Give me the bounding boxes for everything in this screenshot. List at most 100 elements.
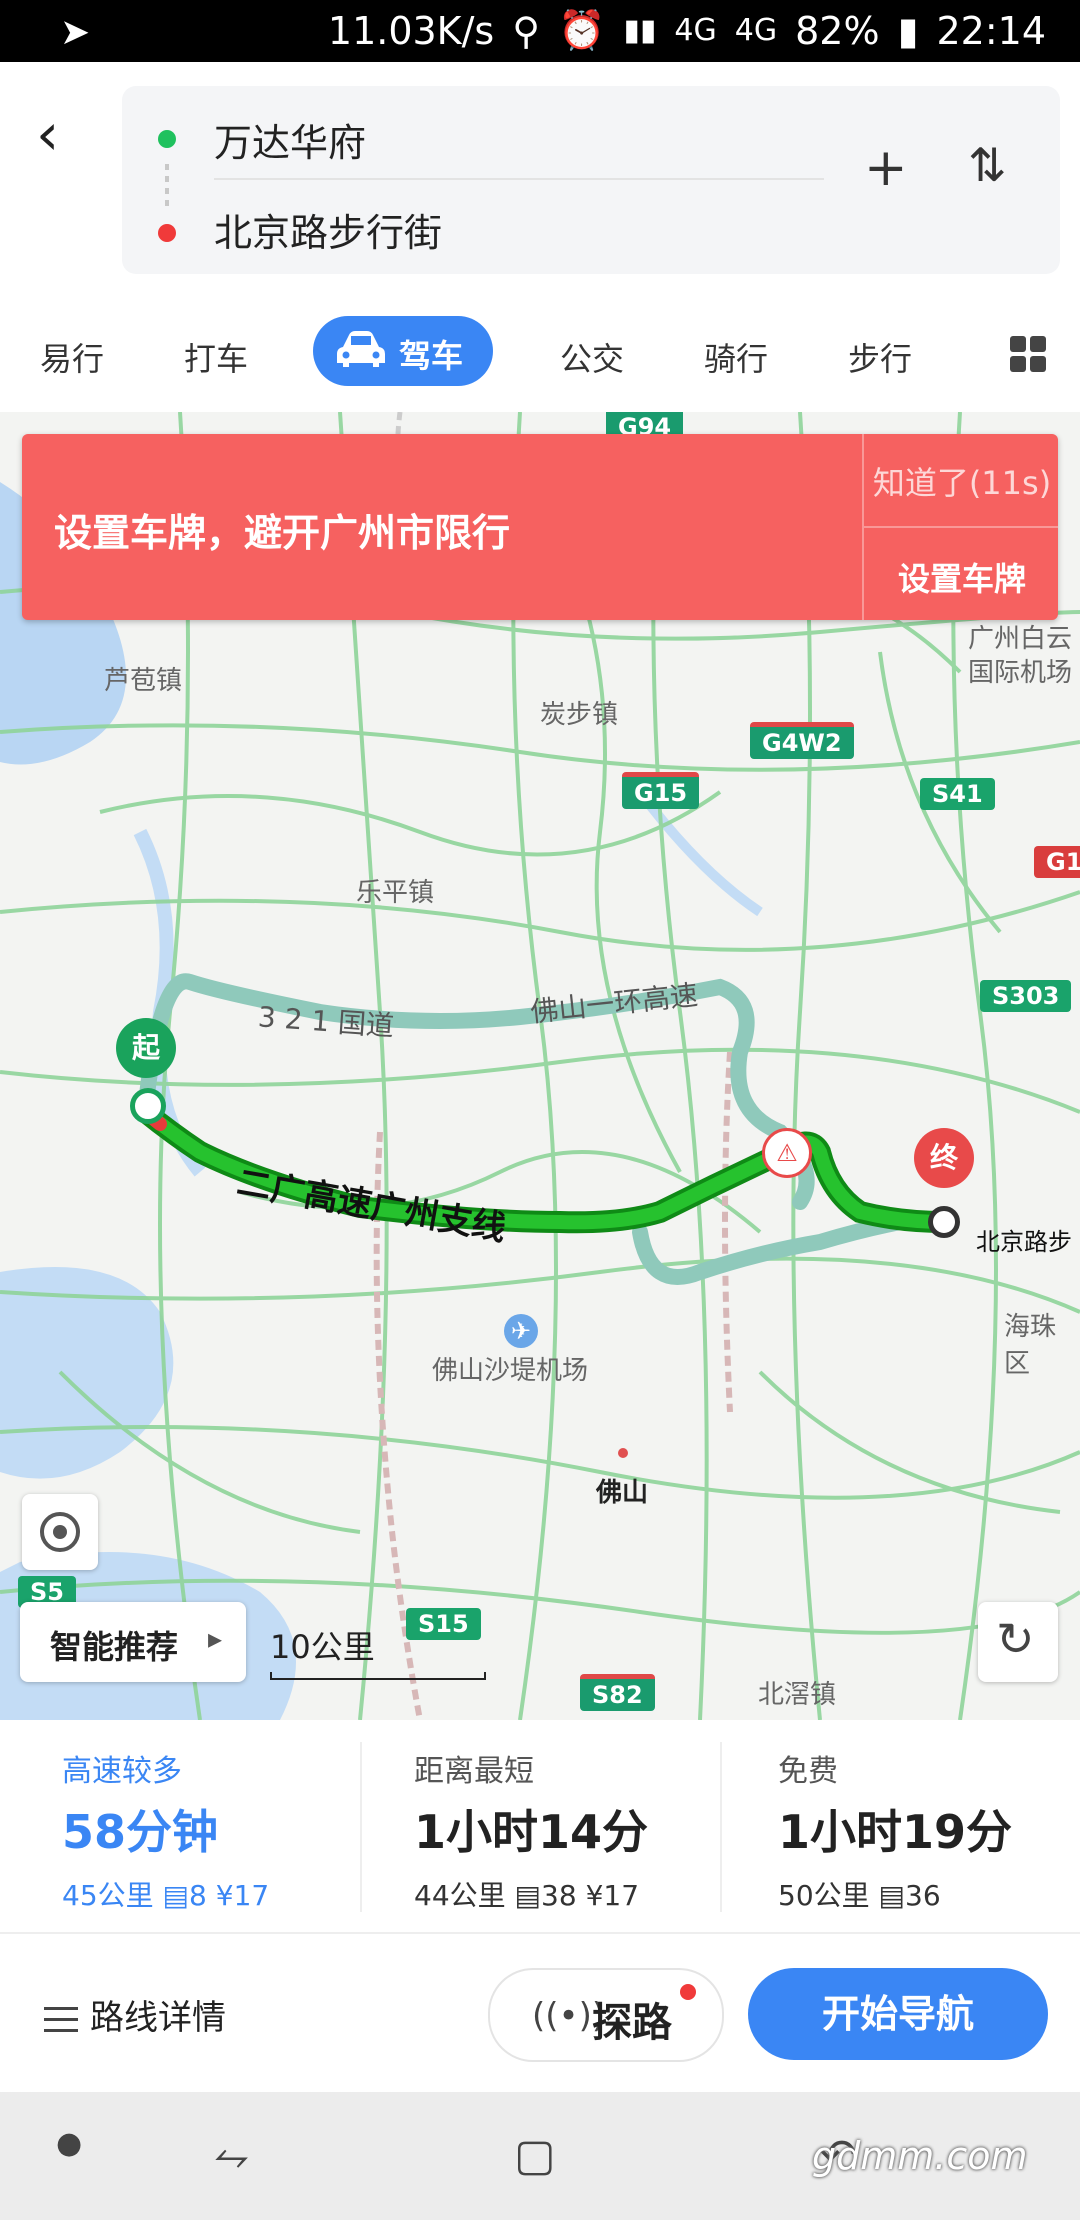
tab-bus[interactable]: 公交 <box>560 334 624 380</box>
place-leping: 乐平镇 <box>356 878 435 908</box>
battery-percent: 82% <box>795 8 880 53</box>
signal-icon: ▮▮ <box>623 13 657 48</box>
smart-recommend-label: 智能推荐 <box>50 1628 179 1666</box>
action-bar: 路线详情 ((•)) 探路 开始导航 <box>0 1932 1080 2094</box>
locate-button[interactable] <box>22 1494 98 1570</box>
alarm-icon: ⏰ <box>558 8 606 52</box>
plate-banner: 设置车牌，避开广州市限行 知道了(11s) 设置车牌 <box>22 434 1058 620</box>
route-connector <box>165 164 169 210</box>
banner-dismiss-button[interactable]: 知道了(11s) <box>866 458 1058 504</box>
refresh-button[interactable]: ↻ <box>978 1602 1058 1682</box>
shield-s41: S41 <box>920 778 995 810</box>
route-distance: 44公里 <box>414 1879 506 1912</box>
traffic-light-icon: ▤ <box>878 1879 906 1912</box>
home-icon[interactable]: ▢ <box>514 2130 556 2181</box>
tab-yixing[interactable]: 易行 <box>40 334 104 380</box>
place-beijiao: 北滘镇 <box>758 1680 837 1710</box>
route-toll: ¥17 <box>585 1879 640 1912</box>
tab-taxi[interactable]: 打车 <box>184 334 248 380</box>
end-point-icon <box>928 1206 960 1238</box>
refresh-icon: ↻ <box>996 1612 1035 1666</box>
clock: 22:14 <box>936 8 1046 53</box>
route-details-button[interactable]: 路线详情 <box>44 1990 226 2039</box>
shield-s15: S15 <box>406 1608 481 1640</box>
start-point-icon <box>130 1088 166 1124</box>
locate-dot <box>53 1525 67 1539</box>
network-type-1: 4G <box>674 13 717 48</box>
more-modes-icon[interactable] <box>1010 336 1046 372</box>
route-distance: 50公里 <box>778 1879 870 1912</box>
tab-bike[interactable]: 骑行 <box>704 334 768 380</box>
destination-map-label: 北京路步 <box>976 1228 1072 1256</box>
notification-dot <box>680 1984 696 2000</box>
shield-g15: G15 <box>622 772 700 809</box>
route-lights: 36 <box>905 1879 941 1912</box>
route-tag: 距离最短 <box>414 1754 534 1789</box>
end-pin-icon[interactable]: 终 <box>914 1128 974 1188</box>
tab-drive[interactable]: 驾车 <box>313 316 493 386</box>
recent-apps-icon[interactable]: ⥊ <box>214 2130 249 2181</box>
place-airport-gz: 广州白云 <box>968 624 1073 654</box>
roadwork-icon[interactable]: ⚠ <box>762 1128 812 1178</box>
shield-s82: S82 <box>580 1674 655 1711</box>
network-speed: 11.03K/s <box>327 8 495 53</box>
explore-button[interactable]: ((•)) 探路 <box>488 1968 724 2062</box>
tab-drive-label: 驾车 <box>399 337 464 375</box>
route-details-label: 路线详情 <box>90 1998 226 2038</box>
route-card[interactable]: 免费 1小时19分 50公里 ▤36 <box>720 1720 1080 1932</box>
add-waypoint-icon[interactable]: + <box>864 138 908 198</box>
back-icon[interactable]: ‹ <box>36 100 59 168</box>
start-navigation-button[interactable]: 开始导航 <box>748 1968 1048 2060</box>
play-arrow-icon: ▸ <box>208 1622 223 1655</box>
route-endpoints: 万达华府 北京路步行街 + ⇅ <box>122 86 1060 274</box>
map-scale-bar <box>270 1672 486 1680</box>
shield-g10: G10 <box>1034 846 1080 878</box>
place-airport-fs: 佛山沙堤机场 <box>432 1356 589 1386</box>
telegram-icon: ➤ <box>60 12 91 53</box>
route-header: ‹ 万达华府 北京路步行街 + ⇅ <box>0 62 1080 294</box>
divider <box>214 178 824 180</box>
location-icon: ⚲ <box>512 8 541 53</box>
set-plate-button[interactable]: 设置车牌 <box>866 554 1058 600</box>
list-icon <box>44 2006 78 2033</box>
route-lights: 8 <box>189 1879 207 1912</box>
traffic-light-icon: ▤ <box>162 1879 190 1912</box>
route-meta: 45公里 ▤8 ¥17 <box>62 1874 269 1914</box>
route-time: 1小时19分 <box>778 1805 1013 1859</box>
shield-s303: S303 <box>980 980 1072 1012</box>
route-distance: 45公里 <box>62 1879 154 1912</box>
shield-g4w2: G4W2 <box>750 722 854 759</box>
swap-icon[interactable]: ⇅ <box>968 138 1007 192</box>
route-card[interactable]: 距离最短 1小时14分 44公里 ▤38 ¥17 <box>360 1720 720 1932</box>
route-tag: 高速较多 <box>62 1754 182 1789</box>
route-card[interactable]: 高速较多 58分钟 45公里 ▤8 ¥17 <box>0 1720 360 1932</box>
city-dot-icon <box>618 1448 628 1458</box>
route-lights: 38 <box>541 1879 577 1912</box>
origin-dot-icon <box>158 130 176 148</box>
destination-dot-icon <box>158 224 176 242</box>
explore-label: 探路 <box>592 2000 672 2046</box>
car-icon <box>337 331 385 367</box>
route-options: 高速较多 58分钟 45公里 ▤8 ¥17 距离最短 1小时14分 44公里 ▤… <box>0 1720 1080 1932</box>
map-scale: 10公里 <box>270 1628 375 1666</box>
destination-field[interactable]: 北京路步行街 <box>214 202 442 257</box>
tab-walk[interactable]: 步行 <box>848 334 912 380</box>
start-pin-icon[interactable]: 起 <box>116 1018 176 1078</box>
banner-message: 设置车牌，避开广州市限行 <box>54 511 511 555</box>
route-meta: 50公里 ▤36 <box>778 1874 941 1914</box>
status-bar: ➤ 11.03K/s ⚲ ⏰ ▮▮ 4G 4G 82% ▮ 22:14 <box>0 0 1080 62</box>
route-tag: 免费 <box>778 1754 838 1789</box>
banner-divider-h <box>864 526 1058 528</box>
place-airport-gz-2: 国际机场 <box>968 658 1073 688</box>
place-tanbu: 炭步镇 <box>540 700 619 730</box>
smart-recommend-button[interactable]: 智能推荐 ▸ <box>20 1602 246 1682</box>
watermark: gdmm.com <box>812 2134 1028 2178</box>
origin-field[interactable]: 万达华府 <box>214 112 366 167</box>
route-toll: ¥17 <box>215 1879 270 1912</box>
place-lubao: 芦苞镇 <box>104 666 183 696</box>
traffic-light-icon: ▤ <box>514 1879 542 1912</box>
battery-icon: ▮ <box>897 8 919 53</box>
place-foshan: 佛山 <box>596 1478 649 1508</box>
nav-dot-icon[interactable]: ● <box>56 2126 82 2161</box>
route-meta: 44公里 ▤38 ¥17 <box>414 1874 639 1914</box>
